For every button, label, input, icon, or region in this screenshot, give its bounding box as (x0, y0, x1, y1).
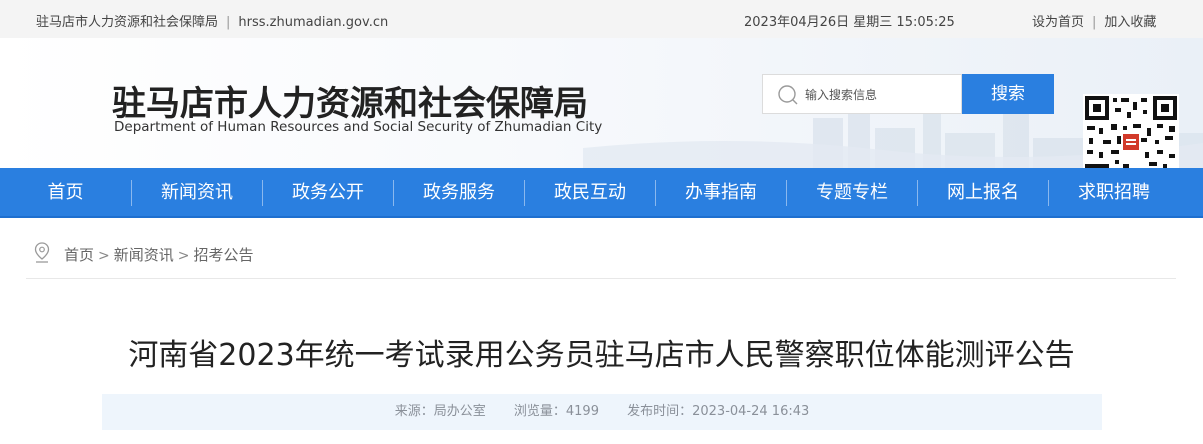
chevron-right-icon: > (98, 248, 110, 264)
breadcrumb-exam-notices[interactable]: 招考公告 (194, 246, 254, 264)
qr-code-icon (1083, 94, 1179, 168)
current-datetime: 2023年04月26日 星期三 15:05:25 (744, 15, 955, 30)
article-meta: 来源：局办公室 浏览量：4199 发布时间：2023-04-24 16:43 (102, 394, 1102, 430)
add-favorite-link[interactable]: 加入收藏 (1104, 15, 1156, 30)
nav-item-service-guide[interactable]: 办事指南 (656, 168, 786, 218)
main-navigation: 首页 新闻资讯 政务公开 政务服务 政民互动 办事指南 专题专栏 网上报名 求职… (0, 168, 1203, 218)
nav-item-special-topics[interactable]: 专题专栏 (787, 168, 917, 218)
breadcrumb-news[interactable]: 新闻资讯 (114, 246, 174, 264)
set-home-link[interactable]: 设为首页 (1032, 15, 1084, 30)
site-title: 驻马店市人力资源和社会保障局 (112, 84, 588, 124)
top-bar-site-info: 驻马店市人力资源和社会保障局 | hrss.zhumadian.gov.cn (36, 11, 388, 30)
article-source: 来源：局办公室 (394, 404, 486, 419)
search-bar: 搜索 (762, 74, 1054, 114)
top-bar-link-separator: | (1092, 15, 1097, 30)
nav-item-government-services[interactable]: 政务服务 (394, 168, 524, 218)
top-bar-site-name: 驻马店市人力资源和社会保障局 (36, 15, 219, 30)
site-header: 驻马店市人力资源和社会保障局 Department of Human Resou… (0, 38, 1203, 168)
search-input[interactable] (805, 81, 955, 109)
breadcrumb-home[interactable]: 首页 (64, 246, 94, 264)
nav-item-job-recruitment[interactable]: 求职招聘 (1049, 168, 1179, 218)
article-publish-time: 发布时间：2023-04-24 16:43 (627, 404, 810, 419)
top-bar-separator: | (226, 15, 231, 30)
top-bar: 驻马店市人力资源和社会保障局 | hrss.zhumadian.gov.cn 202… (0, 0, 1203, 38)
search-button[interactable]: 搜索 (962, 74, 1054, 114)
nav-item-public-interaction[interactable]: 政民互动 (525, 168, 655, 218)
nav-item-government-affairs[interactable]: 政务公开 (263, 168, 393, 218)
nav-item-news[interactable]: 新闻资讯 (132, 168, 262, 218)
nav-item-online-registration[interactable]: 网上报名 (918, 168, 1048, 218)
search-icon (778, 85, 798, 105)
top-bar-domain: hrss.zhumadian.gov.cn (238, 15, 389, 30)
article-views: 浏览量：4199 (513, 404, 599, 419)
chevron-right-icon: > (177, 248, 190, 264)
breadcrumb-trail: 首页 > 新闻资讯 > 招考公告 (64, 244, 254, 265)
nav-item-home[interactable]: 首页 (0, 168, 131, 218)
search-box (762, 74, 962, 114)
site-subtitle-english: Department of Human Resources and Social… (114, 119, 603, 135)
top-bar-links: 设为首页 | 加入收藏 (1032, 11, 1156, 30)
nav-bottom-border (0, 216, 1203, 218)
location-pin-icon (34, 242, 50, 263)
article-title: 河南省2023年统一考试录用公务员驻马店市人民警察职位体能测评公告 (128, 338, 1075, 373)
breadcrumb-divider (26, 278, 1176, 279)
